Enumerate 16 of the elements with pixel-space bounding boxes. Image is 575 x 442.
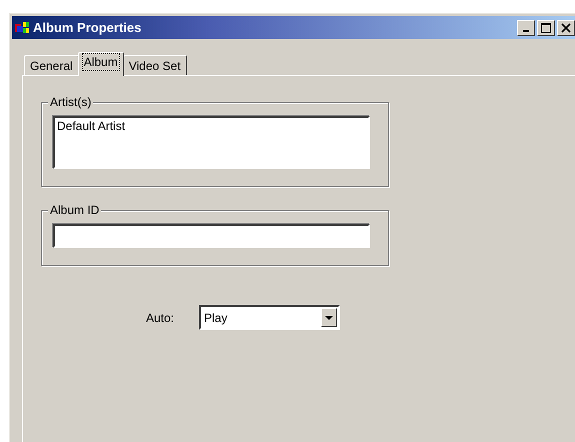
app-icon [15, 22, 29, 34]
maximize-icon [541, 22, 551, 32]
minimize-button[interactable] [517, 20, 535, 36]
close-button[interactable] [557, 20, 575, 36]
tab[interactable]: Album [78, 52, 124, 76]
auto-label: Auto: [146, 310, 176, 324]
close-icon [561, 22, 571, 32]
text-area[interactable]: Default Artist [53, 116, 370, 169]
input-field[interactable] [53, 224, 370, 248]
auto-dropdown[interactable]: Play [199, 305, 340, 330]
group-label: Album ID [48, 203, 102, 217]
maximize-button[interactable] [537, 20, 555, 36]
window-title: Album Properties [33, 20, 142, 35]
tab[interactable]: Video Set [122, 55, 187, 75]
group-label: Artist(s) [48, 95, 94, 109]
minimize-icon [523, 30, 529, 32]
